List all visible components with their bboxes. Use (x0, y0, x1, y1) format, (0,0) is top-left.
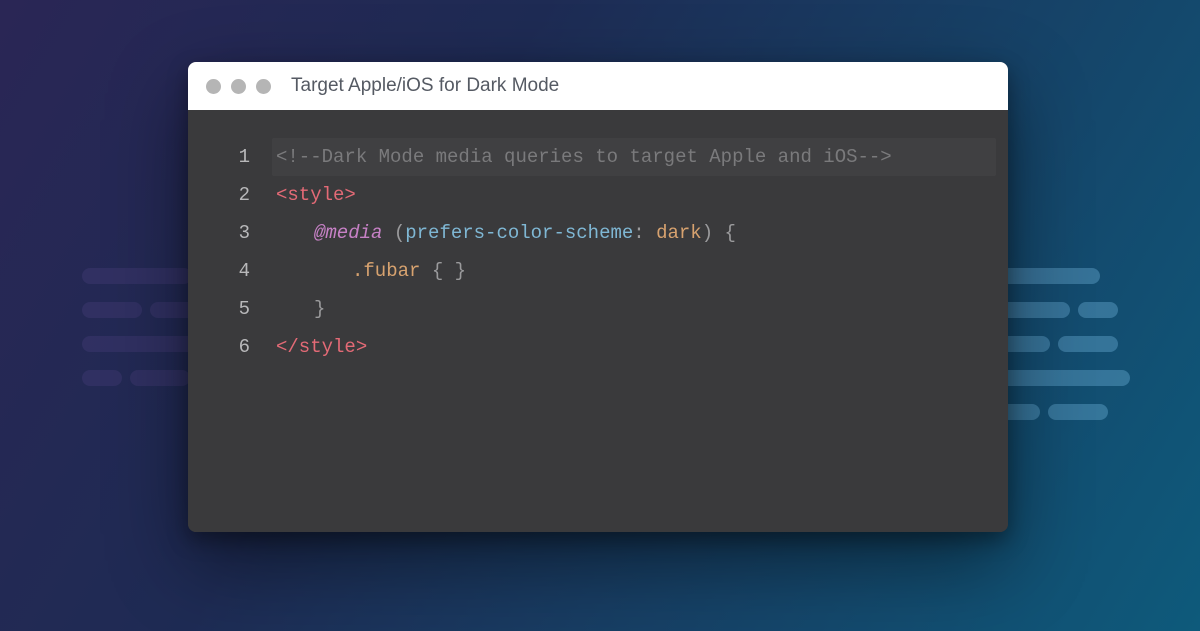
close-icon[interactable] (206, 79, 221, 94)
token-value: dark (645, 222, 702, 244)
token-brace: { (713, 222, 736, 244)
code-line: 5 } (188, 290, 1008, 328)
token-punc: ( (394, 222, 405, 244)
token-keyword: @media (314, 222, 382, 244)
token-comment: <!--Dark Mode media queries to target Ap… (276, 146, 892, 168)
code-line: 1 <!--Dark Mode media queries to target … (188, 138, 1008, 176)
traffic-lights (206, 79, 271, 94)
line-number: 5 (188, 290, 276, 328)
line-number: 1 (188, 138, 276, 176)
line-number: 2 (188, 176, 276, 214)
token-property: prefers-color-scheme (405, 222, 633, 244)
window-titlebar: Target Apple/iOS for Dark Mode (188, 62, 1008, 110)
window-title: Target Apple/iOS for Dark Mode (291, 75, 559, 97)
code-line: 6 </style> (188, 328, 1008, 366)
line-number: 3 (188, 214, 276, 252)
token-selector: .fubar (352, 260, 420, 282)
code-line: 3 @media (prefers-color-scheme: dark) { (188, 214, 1008, 252)
token-tag: </style> (276, 336, 367, 358)
token-punc: ) (702, 222, 713, 244)
token-brace: } (314, 298, 325, 320)
minimize-icon[interactable] (231, 79, 246, 94)
editor-window: Target Apple/iOS for Dark Mode 1 <!--Dar… (188, 62, 1008, 532)
line-number: 6 (188, 328, 276, 366)
maximize-icon[interactable] (256, 79, 271, 94)
line-number: 4 (188, 252, 276, 290)
code-line: 4 .fubar { } (188, 252, 1008, 290)
token-tag: <style> (276, 184, 356, 206)
code-line: 2 <style> (188, 176, 1008, 214)
token-brace: { } (420, 260, 466, 282)
code-editor[interactable]: 1 <!--Dark Mode media queries to target … (188, 110, 1008, 532)
token-punc: : (633, 222, 644, 244)
